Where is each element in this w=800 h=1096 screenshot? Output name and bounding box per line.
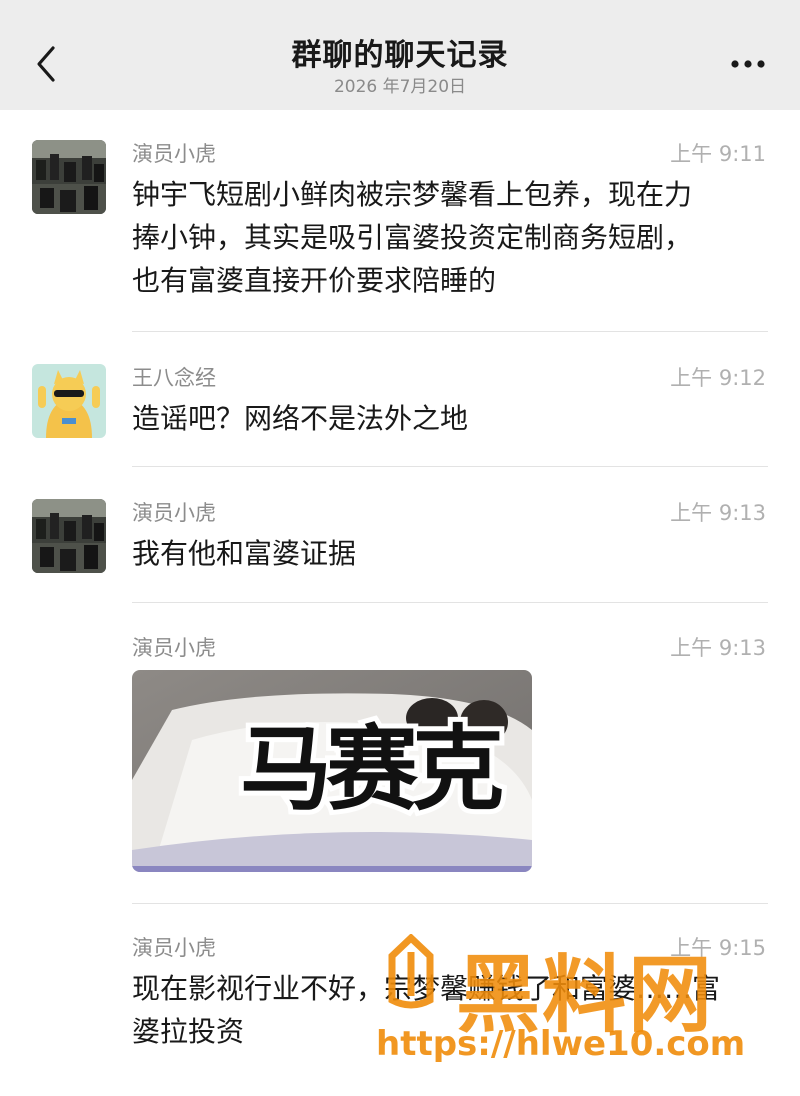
nav-bar: 群聊的聊天记录 2026 年7月20日	[0, 0, 800, 110]
image-message[interactable]: 马赛克	[132, 670, 532, 872]
divider	[132, 331, 768, 332]
sender-name: 演员小虎	[132, 501, 216, 525]
divider	[132, 466, 768, 467]
sender-name: 演员小虎	[132, 636, 216, 660]
sender-name: 演员小虎	[132, 936, 216, 960]
sender-name: 王八念经	[132, 366, 216, 390]
more-dots-icon	[731, 60, 765, 68]
message-text: 造谣吧？网络不是法外之地	[132, 402, 469, 435]
message-time: 上午 9:13	[670, 636, 766, 660]
message-text: 我有他和富婆证据	[132, 537, 357, 570]
message-text: 现在影视行业不好，宗梦馨赚钱了和富婆……富 婆拉投资	[132, 972, 721, 1048]
avatar[interactable]	[32, 364, 106, 438]
sender-name: 演员小虎	[132, 142, 216, 166]
avatar[interactable]	[32, 499, 106, 573]
mosaic-sticker: 马赛克	[235, 716, 509, 823]
message-time: 上午 9:12	[670, 366, 766, 390]
message-time: 上午 9:11	[670, 142, 766, 166]
message-text: 钟宇飞短剧小鲜肉被宗梦馨看上包养，现在力 捧小钟，其实是吸引富婆投资定制商务短剧…	[132, 178, 693, 297]
chat-date: 2026 年7月20日	[333, 77, 467, 97]
page-title: 群聊的聊天记录	[291, 38, 509, 73]
message-time: 上午 9:15	[670, 936, 766, 960]
more-button[interactable]	[724, 40, 772, 88]
message-time: 上午 9:13	[670, 501, 766, 525]
divider	[132, 602, 768, 603]
avatar[interactable]	[32, 140, 106, 214]
divider	[132, 903, 768, 904]
